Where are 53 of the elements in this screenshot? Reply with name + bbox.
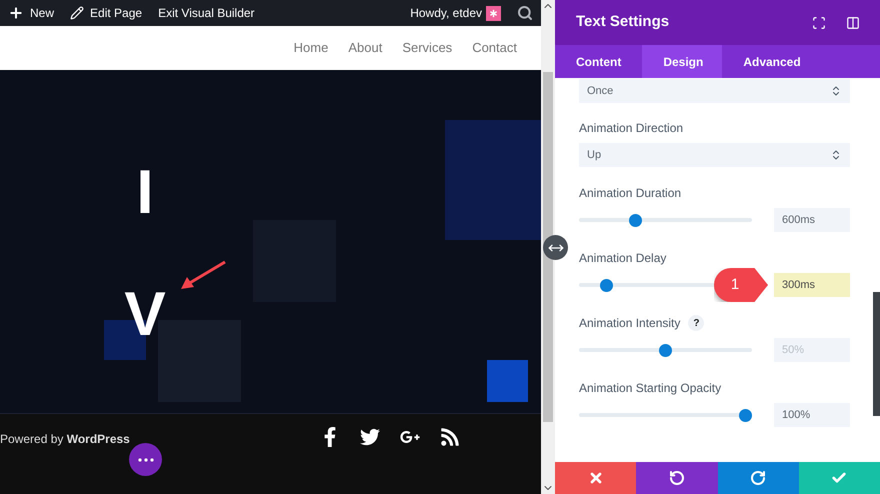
avatar-icon [486, 6, 501, 20]
panel-title: Text Settings [576, 12, 670, 32]
rss-icon[interactable] [440, 427, 460, 447]
toolbar-link[interactable]: New [8, 4, 54, 22]
twitter-icon[interactable] [360, 427, 380, 447]
sort-arrows-icon [830, 149, 842, 161]
field-label: Animation Duration [579, 186, 682, 200]
undo-icon [668, 470, 685, 486]
hero-letter: I [136, 170, 154, 216]
select-field[interactable]: Up [579, 143, 850, 167]
dots-icon [138, 458, 154, 462]
redo-button[interactable] [718, 462, 799, 494]
focus-icon[interactable] [812, 16, 826, 30]
slider-thumb[interactable] [600, 278, 613, 292]
toolbar-link[interactable]: Edit Page [70, 4, 142, 22]
value-field[interactable]: 600ms [774, 208, 850, 232]
more-button[interactable] [129, 443, 162, 476]
nav-link[interactable]: Services [402, 38, 452, 58]
tab[interactable]: Advanced [722, 45, 822, 78]
select-field[interactable]: Once [579, 79, 850, 103]
field-label: Animation Direction [579, 121, 684, 135]
callout-tooltip: 1 [714, 268, 768, 302]
arrow-icon [178, 260, 228, 292]
tab[interactable]: Design [642, 45, 722, 78]
slider-thumb[interactable] [628, 214, 642, 226]
panel-layout-icon[interactable] [846, 16, 860, 30]
toolbar-link[interactable]: Exit Visual Builder [158, 4, 255, 22]
greeting-text[interactable]: Howdy, etdev [410, 4, 482, 22]
field-label: Animation Starting Opacity [579, 381, 722, 395]
nav-link[interactable]: Contact [472, 38, 517, 58]
nav-link[interactable]: Home [294, 38, 328, 58]
redo-icon [750, 470, 766, 486]
value-field[interactable]: 300ms [774, 273, 850, 297]
scrollbar-thumb[interactable] [543, 72, 553, 422]
value-field[interactable]: 100% [774, 403, 850, 427]
pencil-icon [70, 6, 84, 20]
undo-button[interactable] [636, 462, 718, 494]
plus-icon [8, 5, 24, 21]
close-icon [588, 470, 604, 486]
search-icon[interactable] [517, 5, 533, 21]
resize-handle[interactable] [543, 235, 568, 260]
nav-link[interactable]: About [348, 38, 382, 58]
tab[interactable]: Content [555, 45, 642, 78]
sort-arrows-icon [830, 85, 842, 97]
field-label: Animation Delay [579, 251, 666, 265]
cancel-button[interactable] [555, 462, 636, 494]
footer-credit: Powered by WordPress [0, 431, 130, 448]
slider-thumb[interactable] [659, 344, 672, 356]
slider-thumb[interactable] [739, 408, 752, 422]
hero-letter: V [124, 292, 166, 338]
square-shape [487, 360, 528, 402]
help-badge[interactable]: ? [688, 315, 704, 331]
field-label: Animation Intensity [579, 316, 680, 330]
